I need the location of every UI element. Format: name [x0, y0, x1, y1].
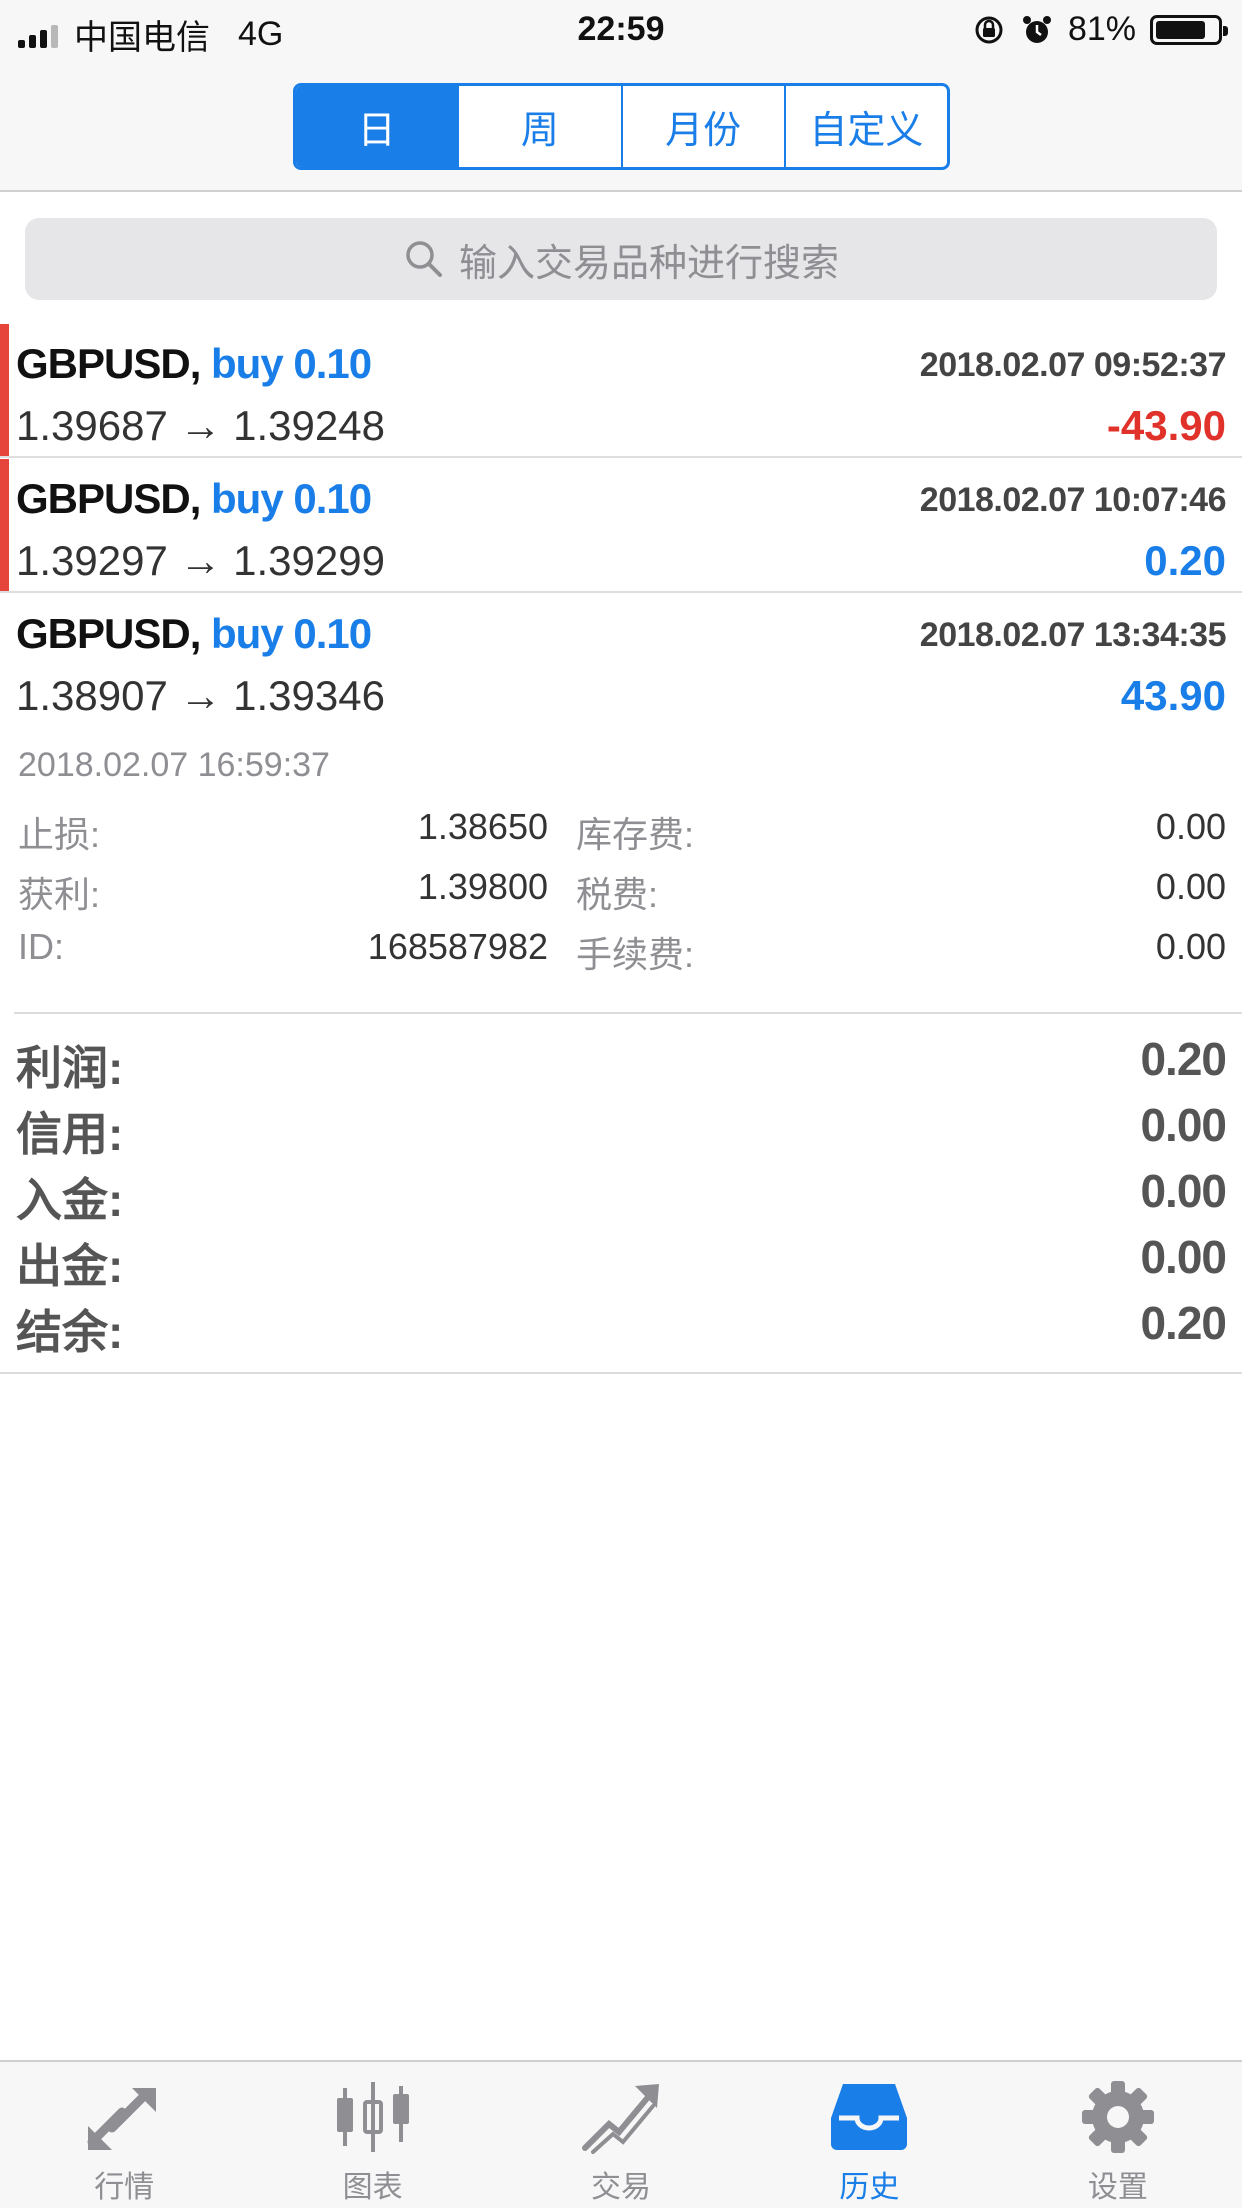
trade-profit: -43.90 — [1106, 402, 1226, 449]
bottom-tab-bar: 行情 图表 交易 历史 设置 — [0, 2060, 1242, 2208]
trade-direction: buy 0.10 — [211, 610, 372, 657]
account-summary: 利润: 0.20 信用: 0.00 入金: 0.00 出金: 0.00 结余: … — [16, 1028, 1227, 1358]
summary-value: 0.20 — [1140, 1033, 1227, 1085]
tab-week[interactable]: 周 — [457, 86, 620, 167]
summary-row-profit: 利润: 0.20 — [16, 1028, 1227, 1094]
commission-label: 手续费: — [576, 934, 695, 975]
summary-row-credit: 信用: 0.00 — [16, 1094, 1227, 1160]
trade-row-expanded[interactable]: GBPUSD, buy 0.10 2018.02.07 13:34:35 1.3… — [0, 594, 1242, 728]
tab-settings[interactable]: 设置 — [994, 2062, 1242, 2208]
detail-row: 止损: 1.38650 库存费: 0.00 — [18, 806, 1226, 866]
history-tray-icon — [831, 2084, 908, 2150]
loss-marker — [0, 324, 9, 456]
summary-label: 利润: — [16, 1042, 124, 1094]
tab-trade[interactable]: 交易 — [497, 2062, 745, 2208]
trade-close-time: 2018.02.07 16:59:37 — [18, 746, 330, 784]
trade-symbol: GBPUSD, — [16, 475, 201, 522]
trade-symbol-line: GBPUSD, buy 0.10 — [16, 610, 372, 658]
summary-value: 0.00 — [1140, 1099, 1227, 1151]
battery-percent: 81% — [1067, 10, 1136, 48]
trade-row[interactable]: GBPUSD, buy 0.10 2018.02.07 10:07:46 1.3… — [0, 459, 1242, 593]
quotes-arrows-icon — [87, 2088, 157, 2150]
detail-row: 获利: 1.39800 税费: 0.00 — [18, 866, 1226, 926]
trade-prices: 1.39687 → 1.39248 — [16, 402, 385, 449]
id-label: ID: — [18, 926, 65, 967]
trade-trend-icon — [582, 2084, 660, 2154]
tab-label: 交易 — [591, 2171, 652, 2204]
rotation-lock-icon — [975, 16, 1003, 43]
period-segmented-control: 日 周 月份 自定义 — [293, 83, 950, 170]
trade-profit: 43.90 — [1120, 672, 1226, 719]
id-value: 168587982 — [367, 926, 548, 967]
search-placeholder: 输入交易品种进行搜索 — [458, 242, 839, 285]
search-icon — [406, 241, 442, 277]
tab-label: 设置 — [1087, 2171, 1148, 2204]
trade-open-time: 2018.02.07 10:07:46 — [919, 481, 1227, 519]
swap-value: 0.00 — [1155, 806, 1226, 847]
summary-label: 入金: — [16, 1174, 124, 1226]
period-header: 日 周 月份 自定义 — [0, 62, 1242, 192]
tab-day[interactable]: 日 — [296, 86, 458, 167]
gear-icon — [1081, 2081, 1154, 2153]
trade-prices: 1.39297 → 1.39299 — [16, 537, 385, 584]
summary-label: 信用: — [16, 1108, 124, 1160]
tab-label: 历史 — [839, 2171, 900, 2204]
commission-value: 0.00 — [1155, 926, 1226, 967]
trade-direction: buy 0.10 — [211, 475, 372, 522]
trade-open-time: 2018.02.07 09:52:37 — [919, 346, 1227, 384]
battery-icon — [1150, 14, 1228, 45]
tax-label: 税费: — [576, 874, 659, 915]
alarm-clock-icon — [1022, 15, 1051, 43]
chart-candles-icon — [336, 2082, 409, 2152]
take-profit-label: 获利: — [18, 874, 101, 915]
summary-row-withdrawal: 出金: 0.00 — [16, 1226, 1227, 1292]
tab-label: 图表 — [342, 2171, 403, 2204]
trade-symbol: GBPUSD, — [16, 340, 201, 387]
summary-value: 0.00 — [1140, 1231, 1227, 1283]
tab-custom[interactable]: 自定义 — [783, 86, 947, 167]
search-input[interactable]: 输入交易品种进行搜索 — [25, 218, 1217, 300]
trade-symbol-line: GBPUSD, buy 0.10 — [16, 340, 372, 388]
tab-label: 行情 — [94, 2171, 155, 2204]
divider — [0, 1372, 1242, 1374]
summary-label: 出金: — [16, 1240, 124, 1292]
status-right: 81% — [972, 10, 1228, 49]
summary-row-deposit: 入金: 0.00 — [16, 1160, 1227, 1226]
trade-symbol-line: GBPUSD, buy 0.10 — [16, 475, 372, 523]
tab-history[interactable]: 历史 — [745, 2062, 993, 2208]
tab-charts[interactable]: 图表 — [248, 2062, 496, 2208]
status-bar: 中国电信 4G 22:59 81% — [0, 0, 1242, 62]
summary-label: 结余: — [16, 1306, 124, 1358]
swap-label: 库存费: — [576, 814, 695, 855]
tax-value: 0.00 — [1155, 866, 1226, 907]
detail-row: ID: 168587982 手续费: 0.00 — [18, 926, 1226, 986]
summary-value: 0.20 — [1140, 1297, 1227, 1349]
trade-direction: buy 0.10 — [211, 340, 372, 387]
summary-value: 0.00 — [1140, 1165, 1227, 1217]
loss-marker — [0, 459, 9, 591]
trade-details: 止损: 1.38650 库存费: 0.00 获利: 1.39800 税费: 0.… — [18, 806, 1226, 986]
tab-month[interactable]: 月份 — [620, 86, 784, 167]
trade-profit: 0.20 — [1144, 537, 1226, 584]
trade-symbol: GBPUSD, — [16, 610, 201, 657]
divider — [14, 1012, 1242, 1014]
summary-row-balance: 结余: 0.20 — [16, 1292, 1227, 1358]
stop-loss-label: 止损: — [18, 814, 101, 855]
take-profit-value: 1.39800 — [417, 866, 548, 907]
tab-quotes[interactable]: 行情 — [0, 2062, 248, 2208]
trade-row[interactable]: GBPUSD, buy 0.10 2018.02.07 09:52:37 1.3… — [0, 324, 1242, 458]
trade-open-time: 2018.02.07 13:34:35 — [919, 616, 1227, 654]
stop-loss-value: 1.38650 — [417, 806, 548, 847]
trade-prices: 1.38907 → 1.39346 — [16, 672, 385, 719]
